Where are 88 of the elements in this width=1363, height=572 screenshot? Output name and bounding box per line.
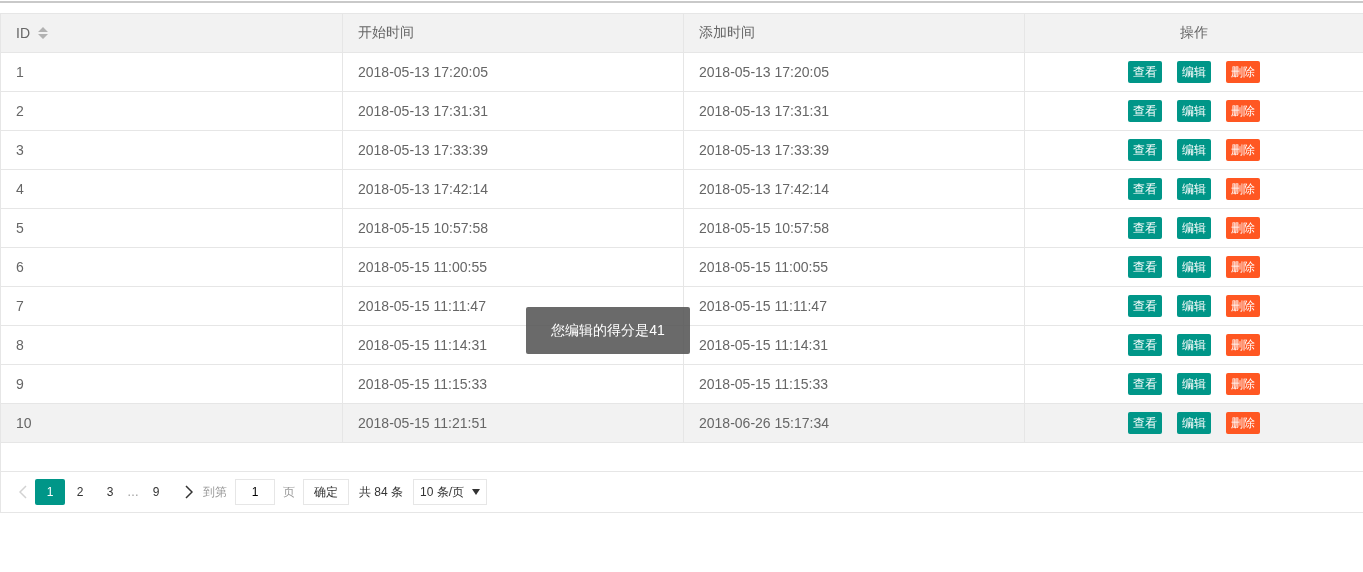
column-header: 开始时间 [358,24,414,42]
table-cell: 2018-05-13 17:20:05 [699,64,829,80]
delete-button[interactable]: 删除 [1226,412,1260,434]
table-cell: 9 [16,376,24,392]
view-button[interactable]: 查看 [1128,295,1162,317]
edit-button[interactable]: 编辑 [1177,412,1211,434]
table-row[interactable]: 10 2018-05-15 11:21:51 2018-06-26 15:17:34 查看 编辑 删除 [1,404,1363,443]
goto-label: 到第 [203,483,227,501]
table-cell: 8 [16,337,24,353]
table-row[interactable]: 4 2018-05-13 17:42:14 2018-05-13 17:42:14 查看 编辑 删除 [1,170,1363,209]
confirm-button[interactable]: 确定 [303,479,349,505]
delete-button[interactable]: 删除 [1226,61,1260,83]
page-unit-label: 页 [283,483,295,501]
view-button[interactable]: 查看 [1128,373,1162,395]
edit-button[interactable]: 编辑 [1177,61,1211,83]
table-cell: 2018-05-15 10:57:58 [358,220,488,236]
table-row[interactable]: 5 2018-05-15 10:57:58 2018-05-15 10:57:58 查看 编辑 删除 [1,209,1363,248]
sort-icon[interactable] [38,27,48,39]
delete-button[interactable]: 删除 [1226,178,1260,200]
view-button[interactable]: 查看 [1128,217,1162,239]
delete-button[interactable]: 删除 [1226,100,1260,122]
table-cell: 2018-05-15 11:11:47 [699,298,827,314]
total-count: 共 84 条 [359,483,403,501]
table-cell: 2018-05-15 11:11:47 [358,298,486,314]
table-cell: 2018-05-13 17:31:31 [358,103,488,119]
view-button[interactable]: 查看 [1128,61,1162,83]
view-button[interactable]: 查看 [1128,139,1162,161]
table-cell: 10 [16,415,32,431]
table-cell: 2018-05-15 11:14:31 [358,337,487,353]
table-cell: 5 [16,220,24,236]
table-cell: 2018-05-13 17:33:39 [358,142,488,158]
chevron-left-icon [19,485,27,499]
view-button[interactable]: 查看 [1128,334,1162,356]
column-header: 操作 [1180,24,1208,42]
page-button[interactable]: 3 [95,479,125,505]
edit-button[interactable]: 编辑 [1177,100,1211,122]
delete-button[interactable]: 删除 [1226,217,1260,239]
edit-button[interactable]: 编辑 [1177,178,1211,200]
page-button[interactable]: 2 [65,479,95,505]
delete-button[interactable]: 删除 [1226,334,1260,356]
page-ellipsis: … [126,485,140,499]
table-cell: 2018-06-26 15:17:34 [699,415,829,431]
edit-button[interactable]: 编辑 [1177,217,1211,239]
table-row[interactable]: 6 2018-05-15 11:00:55 2018-05-15 11:00:55 查看 编辑 删除 [1,248,1363,287]
edit-button[interactable]: 编辑 [1177,256,1211,278]
edit-button[interactable]: 编辑 [1177,334,1211,356]
edit-button[interactable]: 编辑 [1177,139,1211,161]
table-cell: 2018-05-13 17:42:14 [358,181,488,197]
view-button[interactable]: 查看 [1128,178,1162,200]
dropdown-caret-icon [472,489,481,495]
table-cell: 7 [16,298,24,314]
page-input[interactable]: 1 [235,479,275,505]
delete-button[interactable]: 删除 [1226,139,1260,161]
page-button[interactable]: 9 [141,479,171,505]
table-cell: 3 [16,142,24,158]
table-row[interactable]: 3 2018-05-13 17:33:39 2018-05-13 17:33:39 查看 编辑 删除 [1,131,1363,170]
column-header: 添加时间 [699,24,755,42]
table-cell: 2 [16,103,24,119]
table-row[interactable]: 1 2018-05-13 17:20:05 2018-05-13 17:20:05 查看 编辑 删除 [1,53,1363,92]
table-row[interactable]: 2 2018-05-13 17:31:31 2018-05-13 17:31:31 查看 编辑 删除 [1,92,1363,131]
table-cell: 2018-05-15 11:00:55 [358,259,487,275]
table-cell: 6 [16,259,24,275]
table-cell: 2018-05-13 17:20:05 [358,64,488,80]
table-cell: 2018-05-15 10:57:58 [699,220,829,236]
table-cell: 2018-05-15 11:15:33 [358,376,487,392]
table-cell: 2018-05-15 11:21:51 [358,415,487,431]
edit-button[interactable]: 编辑 [1177,295,1211,317]
chevron-right-icon [185,485,193,499]
delete-button[interactable]: 删除 [1226,256,1260,278]
table-cell: 2018-05-13 17:31:31 [699,103,829,119]
table-cell: 2018-05-13 17:33:39 [699,142,829,158]
column-header: ID [16,25,30,41]
view-button[interactable]: 查看 [1128,256,1162,278]
edit-button[interactable]: 编辑 [1177,373,1211,395]
table-cell: 2018-05-13 17:42:14 [699,181,829,197]
page-size-select[interactable]: 10 条/页 [413,479,488,505]
delete-button[interactable]: 删除 [1226,295,1260,317]
toast-message: 您编辑的得分是41 [526,307,690,354]
table-cell: 2018-05-15 11:15:33 [699,376,828,392]
table-row[interactable]: 9 2018-05-15 11:15:33 2018-05-15 11:15:33 查看 编辑 删除 [1,365,1363,404]
table-cell: 2018-05-15 11:00:55 [699,259,828,275]
table-cell: 1 [16,64,24,80]
view-button[interactable]: 查看 [1128,100,1162,122]
view-button[interactable]: 查看 [1128,412,1162,434]
delete-button[interactable]: 删除 [1226,373,1260,395]
table-cell: 4 [16,181,24,197]
table-cell: 2018-05-15 11:14:31 [699,337,828,353]
page-button[interactable]: 1 [35,479,65,505]
